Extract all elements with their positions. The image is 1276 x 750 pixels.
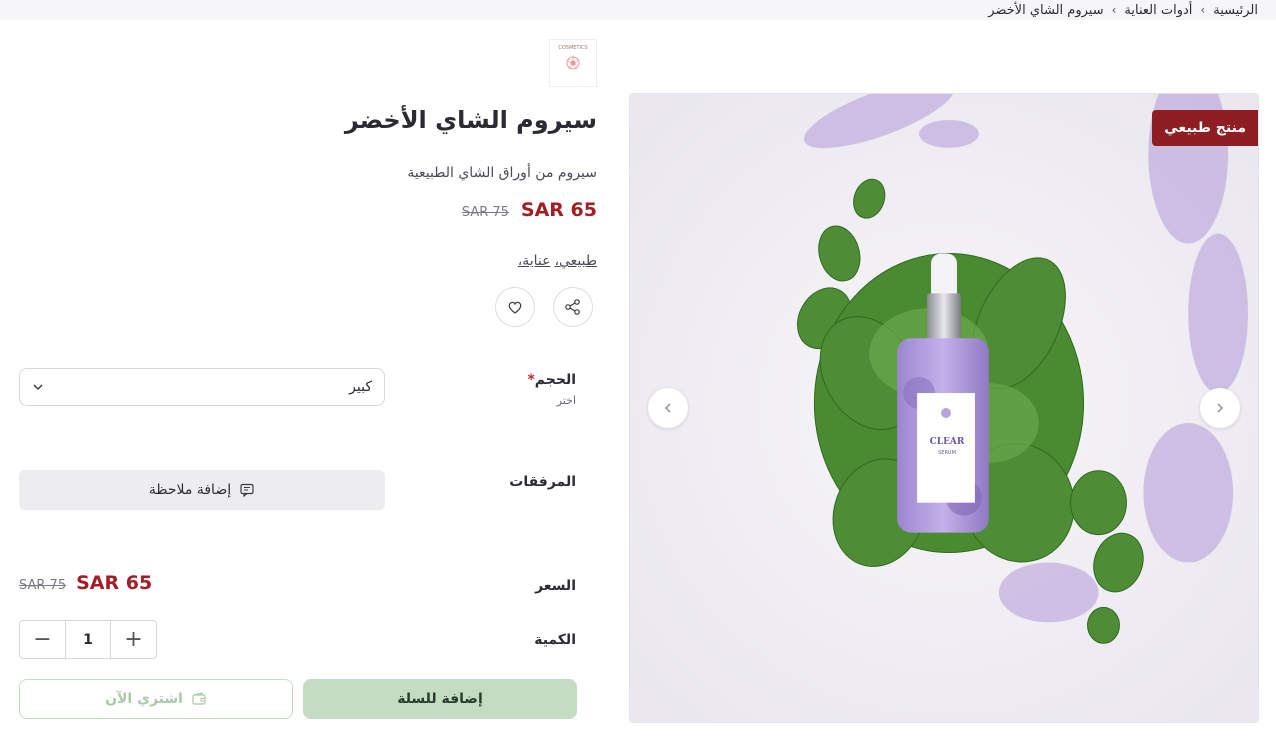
quantity-stepper: − 1 +	[19, 620, 157, 659]
tag-care[interactable]: عناية،	[518, 253, 551, 269]
wallet-icon	[192, 692, 206, 705]
store-logo-text: COSMETICS	[558, 45, 588, 51]
bottle-label: CLEAR	[929, 437, 965, 447]
product-price-row: SAR 65 SAR 75	[462, 199, 597, 221]
tag-natural[interactable]: طبيعي،	[554, 253, 597, 269]
purchase-price: SAR 65	[76, 572, 153, 594]
chevron-left-icon	[664, 403, 671, 413]
size-label: الحجم*	[524, 372, 576, 388]
product-subtitle: سيروم من أوراق الشاي الطبيعية	[407, 165, 597, 181]
price-label: السعر	[535, 578, 576, 594]
breadcrumb-current: سيروم الشاي الأخضر	[988, 2, 1104, 18]
breadcrumb: الرئيسية ‹ أدوات العناية ‹ سيروم الشاي ا…	[988, 0, 1258, 20]
quantity-increase-button[interactable]: +	[111, 621, 156, 658]
natural-product-badge: منتج طبيعي	[1152, 110, 1258, 146]
store-logo[interactable]: COSMETICS	[549, 39, 597, 87]
add-note-button[interactable]: إضافة ملاحظة	[19, 470, 385, 510]
size-label-text: الحجم	[534, 372, 576, 388]
purchase-old-price: SAR 75	[19, 578, 67, 593]
bottle-sublabel: SERUM	[938, 450, 956, 456]
breadcrumb-home[interactable]: الرئيسية	[1213, 3, 1258, 18]
size-select-value: كبير	[349, 379, 372, 395]
size-select[interactable]: كبير	[19, 368, 385, 406]
breadcrumb-separator: ‹	[1200, 3, 1206, 17]
required-mark: *	[527, 372, 535, 388]
attachments-label: المرفقات	[509, 474, 576, 490]
share-button[interactable]	[553, 287, 593, 327]
buy-now-button[interactable]: اشتري الآن	[19, 679, 293, 719]
share-icon	[565, 299, 580, 315]
product-old-price: SAR 75	[461, 205, 509, 220]
quantity-label: الكمية	[534, 632, 576, 648]
size-hint: اختر	[556, 394, 576, 407]
chevron-right-icon	[1217, 403, 1224, 413]
product-tags: عناية، طبيعي،	[518, 253, 597, 269]
note-icon	[240, 483, 254, 498]
size-option-card: الحجم* اختر كبير	[0, 348, 597, 430]
add-note-label: إضافة ملاحظة	[148, 482, 232, 498]
product-gallery: CLEAR SERUM منتج طبيعي	[629, 93, 1259, 723]
quantity-value[interactable]: 1	[65, 621, 111, 658]
quantity-decrease-button[interactable]: −	[20, 621, 65, 658]
gallery-prev-button[interactable]	[648, 388, 688, 428]
gallery-next-button[interactable]	[1200, 388, 1240, 428]
add-to-cart-button[interactable]: إضافة للسلة	[303, 679, 577, 719]
breadcrumb-category[interactable]: أدوات العناية	[1124, 3, 1192, 18]
purchase-price-row: SAR 75 SAR 65	[19, 572, 152, 594]
heart-icon	[508, 301, 522, 314]
favorite-button[interactable]	[495, 287, 535, 327]
attachments-card: المرفقات إضافة ملاحظة	[0, 450, 597, 530]
buy-now-label: اشتري الآن	[105, 691, 183, 707]
chevron-down-icon	[33, 384, 43, 391]
breadcrumb-separator: ‹	[1111, 3, 1117, 17]
product-title: سيروم الشاي الأخضر	[344, 106, 597, 134]
product-image	[630, 94, 1258, 722]
purchase-card: السعر SAR 75 SAR 65 الكمية − 1 + إضافة ل…	[0, 550, 597, 740]
product-price: SAR 65	[520, 199, 597, 221]
